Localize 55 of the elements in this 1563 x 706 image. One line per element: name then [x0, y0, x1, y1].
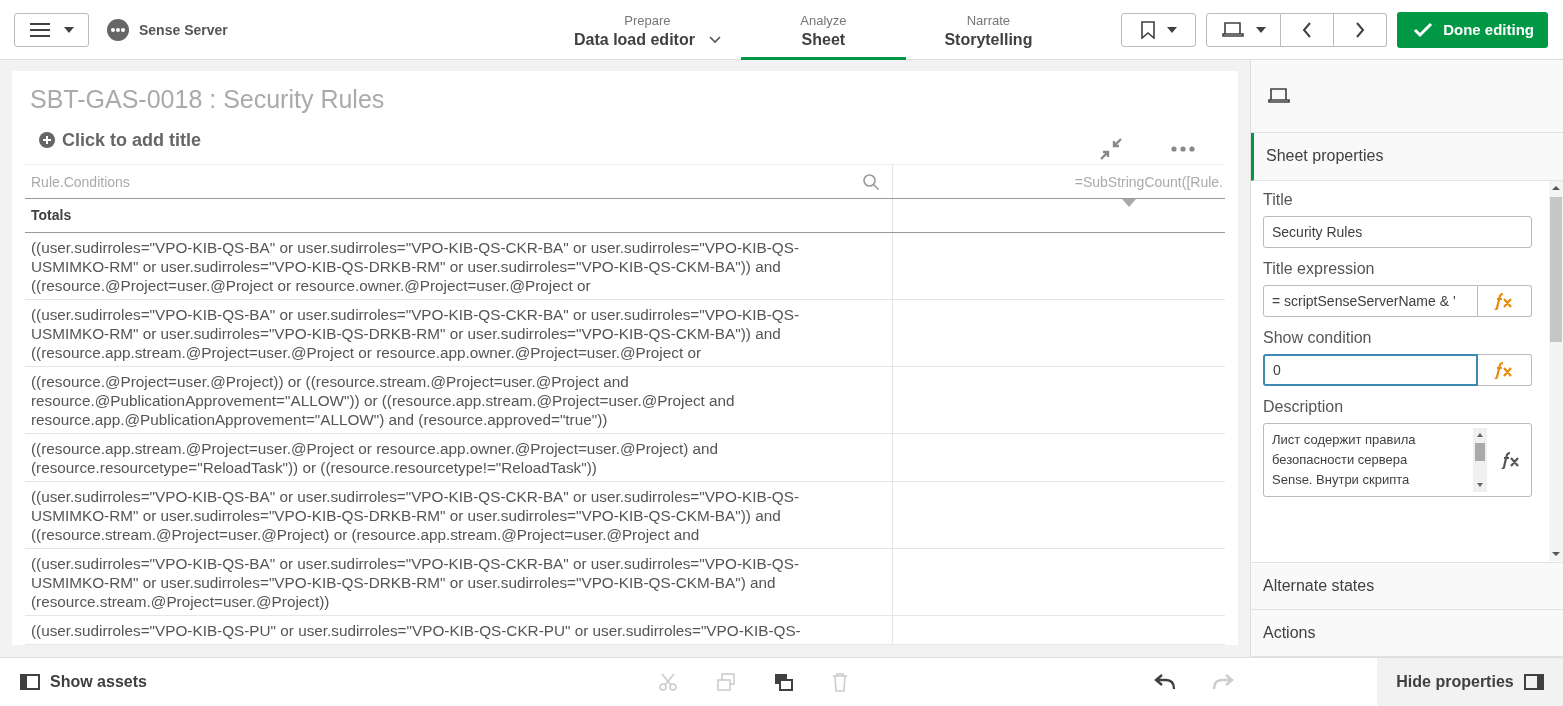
nav-tab[interactable]: Prepare Data load editor [554, 0, 741, 60]
search-icon[interactable] [862, 172, 880, 191]
chevron-left-icon [1302, 21, 1313, 38]
table-cell: ((user.sudirroles="VPO-KIB-QS-BA" or user.sudirroles="VPO-KIB-QS-CKR-BA" or user.sudirroles="VPO-KIB-QS- USMIMKO-RM" or user.sudirroles="VPO-KIB-QS-DRKB-RM" or user.sudirroles="VPO-KIB-QS-CKM-BA")) and ((resource.app.stream.@Project=user.@Project or resource.app.owner.@Project=user.@Project or [25, 300, 893, 366]
caret-icon [1255, 26, 1266, 33]
laptop-icon [1221, 21, 1244, 38]
caret-icon [63, 26, 74, 33]
table-cell: ((user.sudirroles="VPO-KIB-QS-BA" or user.sudirroles="VPO-KIB-QS-CKR-BA" or user.sudirroles="VPO-KIB-QS- USMIMKO-RM" or user.sudirroles="VPO-KIB-QS-DRKB-RM" or user.sudirroles="VPO-KIB-QS-CKM-BA") and (resource.stream.@Project=user.@Project)) [25, 549, 893, 615]
checkmark-icon [1413, 21, 1434, 38]
input-field[interactable]: = scriptSenseServerName & ' [1263, 284, 1478, 317]
panel-icon [20, 674, 40, 690]
add-title-button[interactable]: Click to add title [25, 130, 202, 151]
more-icon[interactable] [1171, 146, 1195, 153]
table-cell: ((user.sudirroles="VPO-KIB-QS-BA" or user.sudirroles="VPO-KIB-QS-CKR-BA" or user.sudirroles="VPO-KIB-QS- USMIMKO-RM" or user.sudirroles="VPO-KIB-QS-DRKB-RM" or user.sudirroles="VPO-KIB-QS-CKM-BA")) and ((resource.@Project=user.@Project or resource.owner.@Project=user.@Project or [25, 233, 893, 299]
section-header[interactable]: Actions [1251, 610, 1563, 657]
plus-icon [39, 132, 55, 149]
table-cell: ((resource.@Project=user.@Project)) or ((resource.stream.@Project=user.@Project and resource.@PublicationApprovement="ALLOW")) or ((resource.app.stream.@Project=user.@Project and resource.app.@PublicationApprovement="ALLOW") and (resource.approved="true")) [25, 367, 893, 433]
section-header[interactable]: Alternate states [1251, 563, 1563, 611]
collapse-icon[interactable] [1099, 137, 1123, 162]
caret-icon [1166, 26, 1177, 33]
sort-icon [1122, 199, 1136, 207]
menu-button[interactable] [14, 12, 89, 47]
chevron-icon [708, 36, 721, 44]
previous-button[interactable] [1281, 12, 1335, 47]
nav-tab[interactable]: Narrate Storytelling [905, 0, 1071, 60]
panel-icon [1523, 674, 1544, 690]
bookmark-button[interactable] [1121, 12, 1197, 47]
bookmark-icon [1140, 20, 1155, 39]
field-label: Show condition [1263, 328, 1373, 347]
expression-button[interactable] [1478, 353, 1532, 386]
menu-icon [29, 21, 50, 38]
more-icon [107, 18, 129, 41]
done-editing-button[interactable]: Done editing [1397, 11, 1548, 48]
device-button[interactable] [1206, 12, 1282, 47]
next-button[interactable] [1334, 12, 1388, 47]
show-assets-button[interactable]: Show assets [0, 672, 300, 692]
scrollbar-drawing [1473, 427, 1487, 492]
paste-icon[interactable] [774, 672, 794, 692]
field-label: Description [1263, 397, 1345, 416]
field-label: Title [1263, 190, 1294, 209]
laptop-icon[interactable] [1268, 87, 1290, 104]
table-cell: ((user.sudirroles="VPO-KIB-QS-BA" or user.sudirroles="VPO-KIB-QS-CKR-BA" or user.sudirroles="VPO-KIB-QS- USMIMKO-RM" or user.sudirroles="VPO-KIB-QS-DRKB-RM" or user.sudirroles="VPO-KIB-QS-CKM-BA")) and ((resource.stream.@Project=user.@Project) or (resource.app.stream.@Project=user.@Project and [25, 482, 893, 548]
chevron-right-icon [1355, 21, 1366, 38]
table-cell: ((resource.app.stream.@Project=user.@Project or resource.app.owner.@Project=user.@Project) and (resource.resourcetype="ReloadTask")) or ((resource.resourcetype!="ReloadTask")) [25, 434, 893, 481]
expression-button[interactable] [1478, 284, 1532, 317]
input-field[interactable]: Security Rules [1263, 215, 1532, 248]
description-field[interactable]: Лист содержит правила безопасности сервера Sense. Внутри скрипта [1263, 422, 1532, 497]
app-name: Sense Server [139, 21, 228, 38]
input-field[interactable]: 0 [1263, 353, 1478, 386]
undo-icon[interactable] [1154, 673, 1176, 691]
field-label: Title expression [1263, 259, 1376, 278]
hide-properties-button[interactable]: Hide properties [1377, 658, 1563, 706]
sheet-title: SBT-GAS-0018 : Security Rules [30, 85, 386, 115]
table-cell: ((user.sudirroles="VPO-KIB-QS-PU" or user.sudirroles="VPO-KIB-QS-CKR-PU" or user.sudirroles="VPO-KIB-QS- [25, 616, 893, 644]
totals-label: Totals [25, 199, 893, 232]
